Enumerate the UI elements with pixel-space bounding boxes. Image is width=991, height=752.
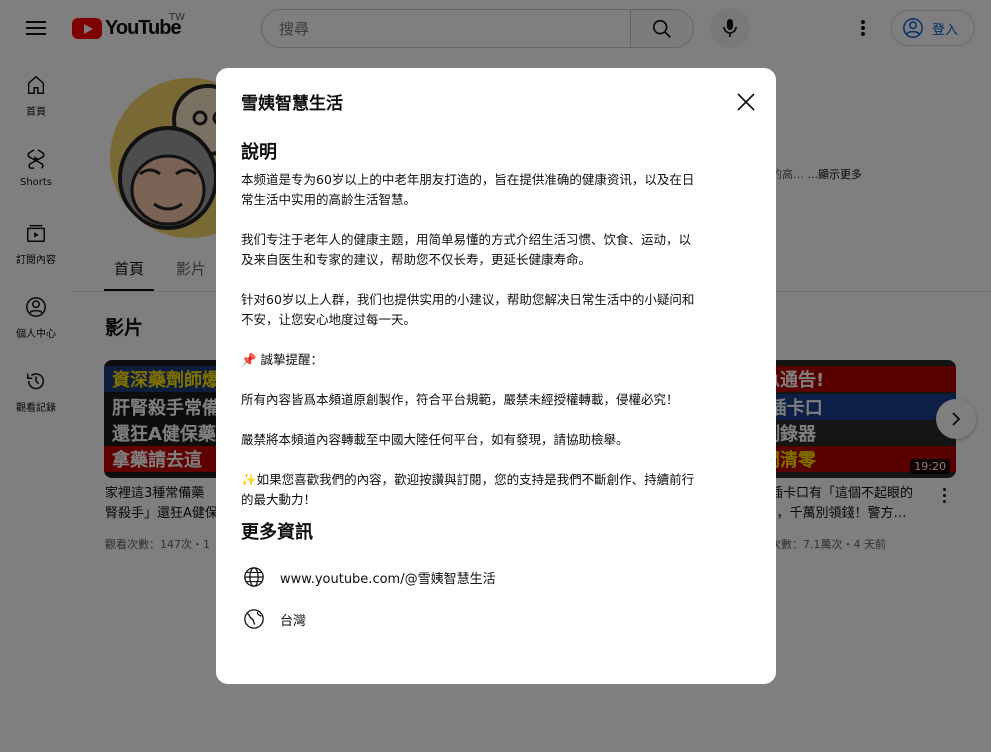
country-row: 台灣 — [241, 598, 752, 640]
earth-icon — [241, 608, 267, 630]
description-line: 本频道是专为60岁以上的中老年朋友打造的，旨在提供准确的健康资讯，以及在日 — [241, 172, 695, 187]
close-button[interactable] — [732, 88, 760, 116]
country-text: 台灣 — [280, 613, 307, 629]
description-line: 嚴禁將本頻道內容轉載至中國大陸任何平台，如有發現，請協助檢舉。 — [241, 432, 629, 447]
channel-description: 本频道是专为60岁以上的中老年朋友打造的，旨在提供准确的健康资讯，以及在日 常生… — [241, 170, 752, 510]
description-heading: 說明 — [241, 142, 277, 163]
description-line: 及来自医生和专家的建议，帮助您不仅长寿，更延长健康寿命。 — [241, 252, 592, 267]
close-icon — [737, 93, 755, 111]
description-line: 📌 誠摯提醒： — [241, 352, 324, 367]
about-dialog: 雪姨智慧生活 說明 本频道是专为60岁以上的中老年朋友打造的，旨在提供准确的健康… — [216, 68, 776, 684]
description-line: 所有內容皆爲本頻道原創製作，符合平台規範，嚴禁未經授權轉載，侵權必究！ — [241, 392, 679, 407]
channel-link-row: www.youtube.com/@雪姨智慧生活 — [241, 556, 752, 598]
description-line: 的最大動力！ — [241, 492, 317, 507]
globe-icon — [241, 566, 267, 588]
description-line: ✨如果您喜歡我們的內容，歡迎按讚與訂閱，您的支持是我們不斷創作、持續前行 — [241, 472, 695, 487]
description-line: 我们专注于老年人的健康主题，用简单易懂的方式介绍生活习惯、饮食、运动，以 — [241, 232, 692, 247]
description-line: 常生活中实用的高龄生活智慧。 — [241, 192, 417, 207]
description-line: 不安，让您安心地度过每一天。 — [241, 312, 417, 327]
more-info-heading: 更多資訊 — [241, 522, 313, 543]
description-line: 针对60岁以上人群，我们也提供实用的小建议，帮助您解决日常生活中的小疑问和 — [241, 292, 695, 307]
channel-url-link[interactable]: www.youtube.com/@雪姨智慧生活 — [280, 568, 496, 587]
dialog-title: 雪姨智慧生活 — [241, 94, 343, 114]
